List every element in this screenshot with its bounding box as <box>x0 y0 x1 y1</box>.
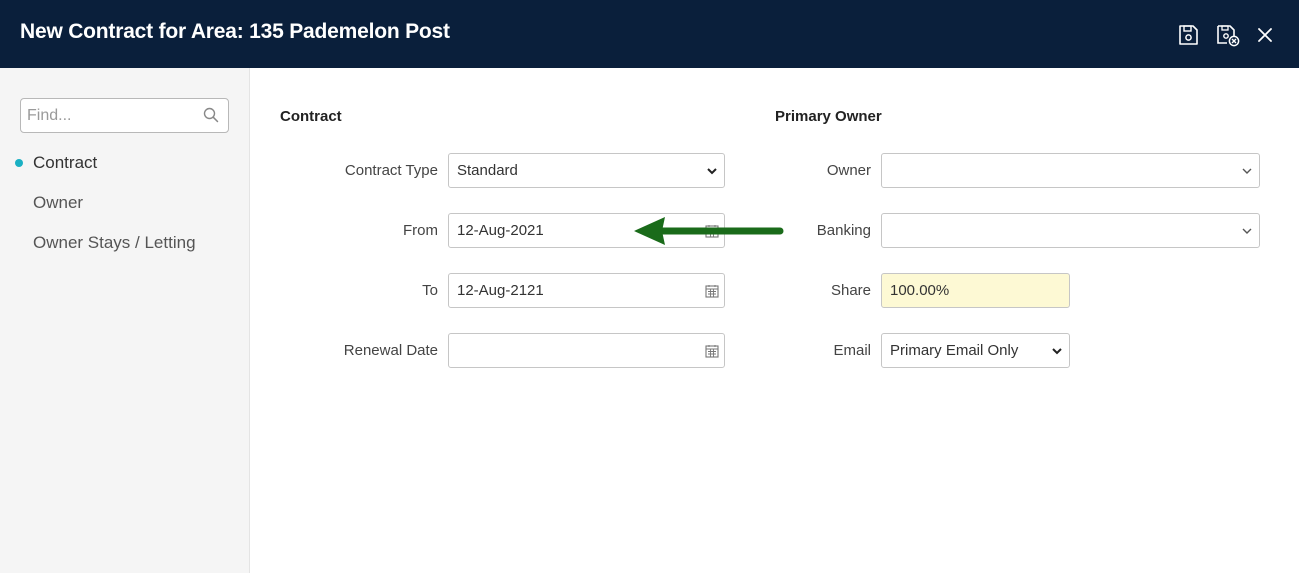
title-bar: New Contract for Area: 135 Pademelon Pos… <box>0 0 1299 68</box>
email-value: Primary Email Only <box>890 342 1019 359</box>
share-value: 100.00% <box>890 282 950 299</box>
search-input[interactable] <box>21 99 201 132</box>
email-label: Email <box>833 342 871 359</box>
renewal-date-field[interactable] <box>448 333 725 368</box>
search-box[interactable] <box>20 98 229 133</box>
from-label: From <box>403 222 438 239</box>
save-close-icon[interactable] <box>1215 22 1241 48</box>
to-date-field[interactable]: 12-Aug-2121 <box>448 273 725 308</box>
to-date-value: 12-Aug-2121 <box>457 282 544 299</box>
contract-type-select[interactable]: Standard <box>448 153 725 188</box>
primary-owner-section-title: Primary Owner <box>775 108 882 125</box>
calendar-icon[interactable] <box>705 344 719 358</box>
contract-type-label: Contract Type <box>344 162 438 179</box>
search-icon[interactable] <box>203 107 219 123</box>
to-label: To <box>422 282 438 299</box>
sidebar: Contract Owner Owner Stays / Letting <box>0 68 250 573</box>
annotation-arrow-icon <box>634 217 784 245</box>
share-input[interactable]: 100.00% <box>881 273 1070 308</box>
sidebar-item-contract[interactable]: Contract <box>33 153 97 173</box>
window-title: New Contract for Area: 135 Pademelon Pos… <box>20 20 450 43</box>
save-icon[interactable] <box>1175 22 1201 48</box>
chevron-down-icon <box>707 168 717 175</box>
from-date-value: 12-Aug-2021 <box>457 222 544 239</box>
chevron-down-icon <box>1242 228 1252 234</box>
owner-label: Owner <box>826 162 871 179</box>
email-select[interactable]: Primary Email Only <box>881 333 1070 368</box>
sidebar-item-owner[interactable]: Owner <box>33 193 83 213</box>
owner-select[interactable] <box>881 153 1260 188</box>
contract-type-value: Standard <box>457 162 518 179</box>
renewal-date-label: Renewal Date <box>343 342 438 359</box>
close-icon[interactable] <box>1252 22 1278 48</box>
banking-select[interactable] <box>881 213 1260 248</box>
contract-section-title: Contract <box>280 108 342 125</box>
active-indicator-dot <box>15 159 23 167</box>
share-label: Share <box>830 282 871 299</box>
chevron-down-icon <box>1242 168 1252 174</box>
calendar-icon[interactable] <box>705 284 719 298</box>
sidebar-item-owner-stays-letting[interactable]: Owner Stays / Letting <box>33 233 196 253</box>
chevron-down-icon <box>1052 348 1062 355</box>
